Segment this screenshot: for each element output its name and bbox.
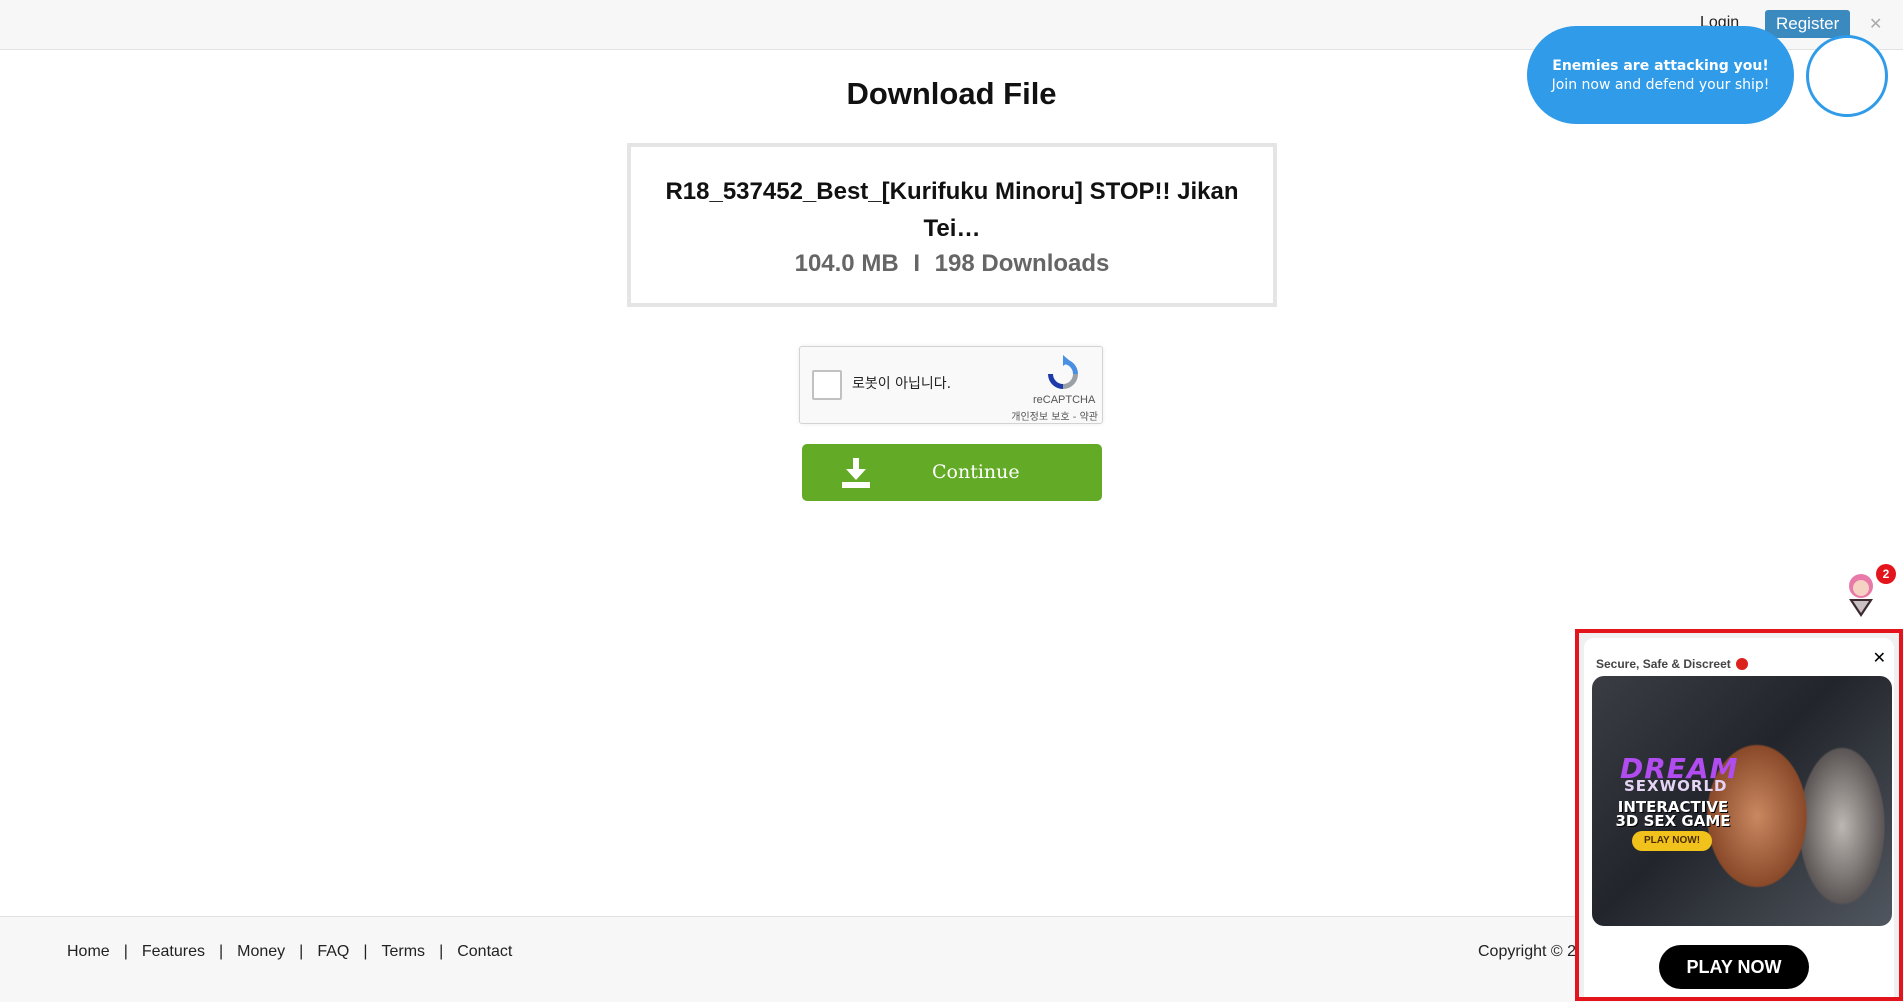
page-title: Download File (846, 76, 1057, 111)
footer-link-terms[interactable]: Terms (382, 943, 426, 960)
recaptcha-brand: reCAPTCHA (1033, 394, 1096, 406)
file-name: R18_537452_Best_[Kurifuku Minoru] STOP!!… (665, 178, 1239, 242)
footer-link-contact[interactable]: Contact (457, 943, 512, 960)
recaptcha-checkbox[interactable] (812, 370, 842, 400)
notification-line-1: Enemies are attacking you! (1552, 57, 1769, 74)
ad-tagline-text: Secure, Safe & Discreet (1596, 657, 1731, 671)
file-size: 104.0 MB (794, 250, 899, 277)
close-icon[interactable]: ✕ (1869, 14, 1882, 34)
download-icon (842, 458, 870, 488)
file-info-box: R18_537452_Best_[Kurifuku Minoru] STOP!!… (627, 143, 1277, 307)
register-button[interactable]: Register (1765, 10, 1851, 38)
devil-icon (1736, 658, 1749, 670)
continue-button[interactable]: Continue (802, 444, 1102, 501)
continue-label: Continue (932, 461, 1020, 483)
footer-separator: | (439, 943, 444, 960)
footer-link-faq[interactable]: FAQ (317, 943, 349, 960)
ad-headline: INTERACTIVE 3D SEX GAME (1615, 798, 1731, 830)
footer-link-home[interactable]: Home (67, 943, 110, 960)
ad-tagline: Secure, Safe & Discreet (1596, 657, 1749, 671)
file-meta: 104.0 MB I 198 Downloads (631, 250, 1273, 278)
ad-close-icon[interactable]: ✕ (1873, 648, 1886, 668)
ad-content: Secure, Safe & Discreet ✕ DREAM SEXWORLD… (1584, 638, 1894, 997)
recaptcha-logo-icon (1048, 355, 1078, 389)
notification-count-badge: 2 (1876, 564, 1896, 584)
footer-link-features[interactable]: Features (142, 943, 205, 960)
footer-nav: Home | Features | Money | FAQ | Terms | Contact (67, 943, 512, 961)
footer-separator: | (218, 943, 224, 960)
recaptcha-terms-link[interactable]: 개인정보 보호 - 약관 (1011, 408, 1098, 423)
footer-separator: | (123, 943, 128, 960)
ad-play-now-button[interactable]: PLAY NOW (1659, 945, 1809, 989)
recaptcha-label: 로봇이 아닙니다. (852, 376, 952, 392)
recaptcha-widget: 로봇이 아닙니다. reCAPTCHA 개인정보 보호 - 약관 (799, 346, 1103, 424)
ad-logo-line-2: SEXWORLD (1624, 777, 1728, 795)
footer-link-money[interactable]: Money (237, 943, 285, 960)
download-count: 198 Downloads (934, 250, 1110, 277)
ad-mini-play-button[interactable]: PLAY NOW! (1632, 831, 1712, 851)
ad-popup: Secure, Safe & Discreet ✕ DREAM SEXWORLD… (1575, 629, 1903, 1001)
footer-separator: | (299, 943, 304, 960)
copyright-text: Copyright © 2 (1478, 943, 1577, 960)
ad-banner-image[interactable]: DREAM SEXWORLD INTERACTIVE 3D SEX GAME P… (1592, 676, 1892, 926)
meta-separator: I (913, 250, 920, 277)
chat-avatar-icon[interactable] (1844, 573, 1878, 619)
footer-separator: | (363, 943, 368, 960)
